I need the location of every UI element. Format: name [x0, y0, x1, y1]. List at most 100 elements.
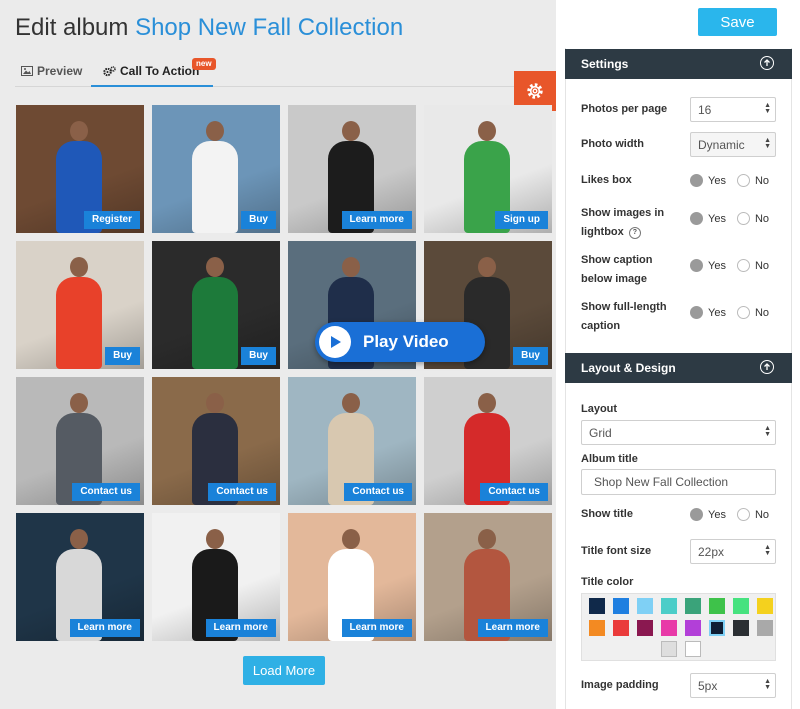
photo-tile[interactable]: Contact us	[424, 377, 552, 505]
photo-cta-button[interactable]: Register	[83, 211, 140, 229]
photo-tile[interactable]: Learn more	[288, 513, 416, 641]
photo-subject-head	[70, 529, 88, 549]
album-title-input[interactable]	[581, 469, 776, 495]
photo-cta-button[interactable]: Learn more	[341, 619, 412, 637]
collapse-up-icon[interactable]	[760, 56, 774, 70]
color-swatch[interactable]	[709, 598, 725, 614]
likes-box-no[interactable]: No	[736, 174, 769, 187]
photo-cta-button[interactable]: Contact us	[208, 483, 276, 501]
play-video-button[interactable]: Play Video	[315, 322, 485, 362]
color-swatch[interactable]	[637, 598, 653, 614]
lightbox-label: Show images in lightbox ?	[581, 204, 671, 242]
photo-tile[interactable]: Learn more	[16, 513, 144, 641]
photos-per-page-label: Photos per page	[581, 103, 668, 115]
photo-cta-button[interactable]: Learn more	[477, 619, 548, 637]
color-swatch[interactable]	[589, 598, 605, 614]
new-badge: new	[192, 58, 216, 70]
color-swatch[interactable]	[733, 598, 749, 614]
photo-width-value: Dynamic	[698, 137, 745, 152]
likes-box-radio-group: Yes No	[690, 174, 769, 187]
page-title: Edit album Shop New Fall Collection	[15, 14, 403, 42]
layout-select[interactable]: Grid ▲ ▼	[581, 420, 776, 445]
photo-cta-button[interactable]: Buy	[105, 347, 140, 365]
tab-bar: Preview Call To Action new	[15, 56, 556, 87]
photo-tile[interactable]: Learn more	[288, 105, 416, 233]
caption-label: Show caption below image	[581, 254, 653, 285]
caption-yes[interactable]: Yes	[690, 259, 726, 272]
photo-cta-button[interactable]: Buy	[241, 211, 276, 229]
color-swatch[interactable]	[613, 620, 629, 636]
photo-tile[interactable]: Learn more	[152, 513, 280, 641]
photo-cta-button[interactable]: Contact us	[480, 483, 548, 501]
save-button[interactable]: Save	[698, 8, 777, 36]
radio-label: Yes	[708, 259, 726, 272]
radio-label: Yes	[708, 212, 726, 225]
photo-tile[interactable]: Learn more	[424, 513, 552, 641]
radio-label: No	[754, 259, 770, 272]
photo-subject-head	[478, 529, 496, 549]
color-swatch[interactable]	[589, 620, 605, 636]
photo-subject-head	[70, 257, 88, 277]
full-caption-no[interactable]: No	[736, 306, 770, 319]
image-padding-select[interactable]: 5px ▲ ▼	[690, 673, 776, 698]
photo-cta-button[interactable]: Buy	[241, 347, 276, 365]
full-caption-radio-group: Yes No	[690, 306, 769, 319]
photo-cta-button[interactable]: Learn more	[205, 619, 276, 637]
album-title-label: Album title	[581, 453, 638, 465]
full-caption-yes[interactable]: Yes	[690, 306, 726, 319]
photo-cta-button[interactable]: Learn more	[69, 619, 140, 637]
color-swatch[interactable]	[757, 598, 773, 614]
color-swatch[interactable]	[661, 598, 677, 614]
color-swatch[interactable]	[685, 620, 701, 636]
photos-per-page-select[interactable]: 16 ▲ ▼	[690, 97, 776, 122]
photo-cta-button[interactable]: Contact us	[344, 483, 412, 501]
photo-cta-button[interactable]: Learn more	[341, 211, 412, 229]
show-title-no[interactable]: No	[736, 508, 769, 521]
photo-tile[interactable]: Sign up	[424, 105, 552, 233]
title-font-size-select[interactable]: 22px ▲ ▼	[690, 539, 776, 564]
help-icon[interactable]: ?	[628, 227, 641, 239]
radio-label: No	[754, 306, 770, 319]
photo-tile[interactable]: Contact us	[16, 377, 144, 505]
full-caption-label: Show full-length caption	[581, 301, 667, 332]
play-icon	[319, 326, 351, 358]
load-more-button[interactable]: Load More	[243, 656, 325, 685]
color-swatch[interactable]	[709, 620, 725, 636]
color-swatch[interactable]	[613, 598, 629, 614]
photo-cta-button[interactable]: Contact us	[72, 483, 140, 501]
photo-tile[interactable]: Buy	[16, 241, 144, 369]
collapse-up-icon[interactable]	[760, 360, 774, 374]
color-palette	[581, 593, 776, 661]
photo-subject-head	[206, 529, 224, 549]
photo-tile[interactable]: Register	[16, 105, 144, 233]
color-swatch[interactable]	[733, 620, 749, 636]
lightbox-yes[interactable]: Yes	[690, 212, 726, 225]
photo-tile[interactable]: Contact us	[152, 377, 280, 505]
color-swatch[interactable]	[685, 641, 701, 657]
tab-call-to-action[interactable]: Call To Action	[90, 56, 214, 87]
color-swatch[interactable]	[637, 620, 653, 636]
caption-no[interactable]: No	[736, 259, 770, 272]
radio-unselected	[736, 259, 750, 272]
color-swatch[interactable]	[757, 620, 773, 636]
radio-unselected	[736, 174, 750, 187]
settings-section-header[interactable]: Settings	[565, 49, 792, 79]
layout-section-header[interactable]: Layout & Design	[565, 353, 792, 383]
gears-icon	[103, 65, 116, 76]
photo-tile[interactable]: Buy	[152, 241, 280, 369]
photo-tile[interactable]: Contact us	[288, 377, 416, 505]
photo-width-select[interactable]: Dynamic ▲ ▼	[690, 132, 776, 157]
color-swatch[interactable]	[661, 620, 677, 636]
tab-preview[interactable]: Preview	[21, 56, 82, 86]
select-arrows-icon: ▲ ▼	[764, 425, 771, 438]
photo-cta-button[interactable]: Buy	[513, 347, 548, 365]
lightbox-no[interactable]: No	[736, 212, 769, 225]
select-arrows-icon: ▲ ▼	[764, 137, 771, 150]
radio-unselected	[736, 306, 750, 319]
show-title-yes[interactable]: Yes	[690, 508, 726, 521]
photo-cta-button[interactable]: Sign up	[495, 211, 548, 229]
likes-box-yes[interactable]: Yes	[690, 174, 726, 187]
color-swatch[interactable]	[661, 641, 677, 657]
color-swatch[interactable]	[685, 598, 701, 614]
photo-tile[interactable]: Buy	[152, 105, 280, 233]
